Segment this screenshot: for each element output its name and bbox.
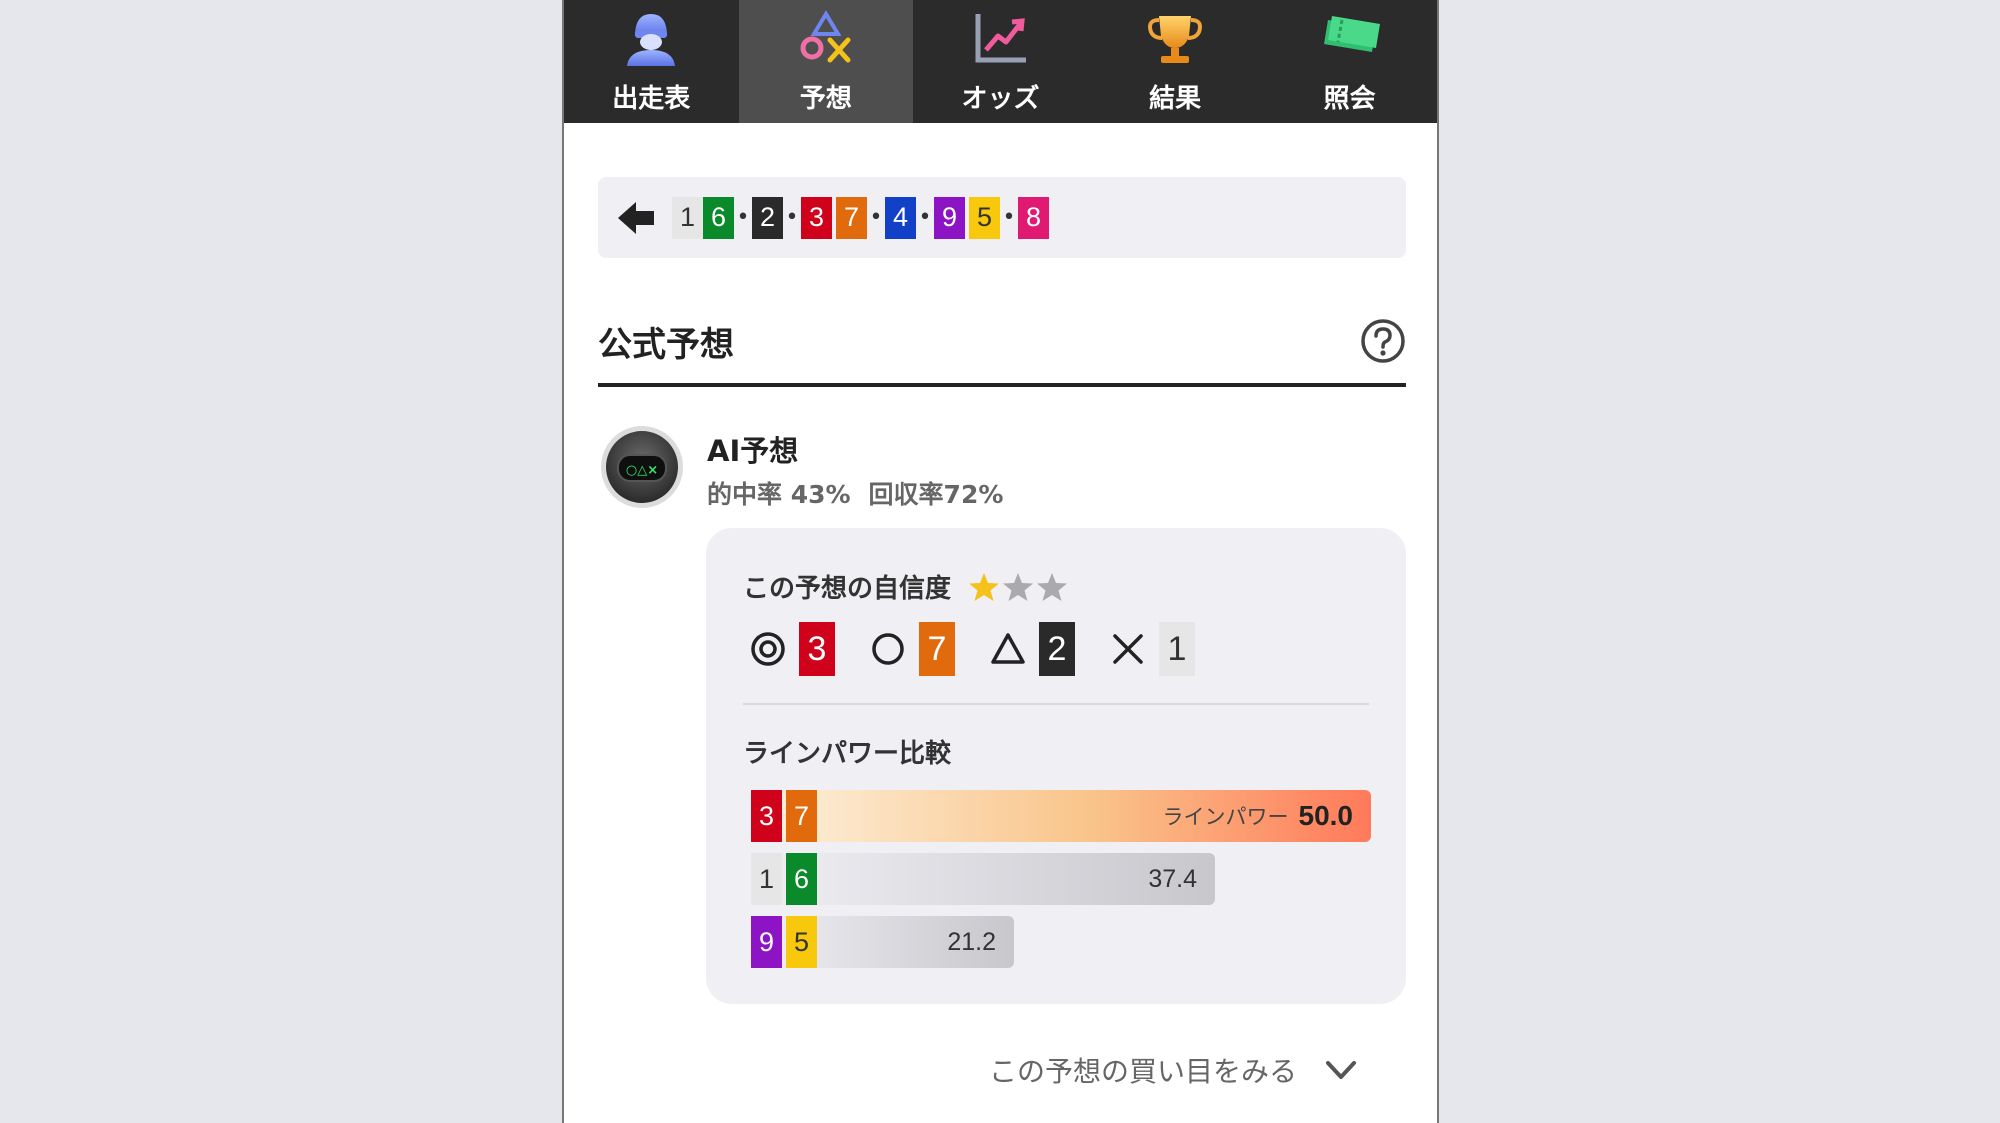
separator-dot: • bbox=[918, 205, 932, 230]
tab-entries[interactable]: 出走表 bbox=[564, 0, 739, 123]
separator-dot: • bbox=[785, 205, 799, 230]
star-empty-icon bbox=[1003, 572, 1034, 601]
tab-label: 結果 bbox=[1149, 84, 1202, 114]
line-power-number: 50.0 bbox=[1298, 800, 1354, 831]
frame-number: 9 bbox=[751, 916, 782, 968]
frame-number: 5 bbox=[969, 196, 1000, 239]
confidence-label: この予想の自信度 bbox=[743, 574, 952, 604]
tab-inquiry[interactable]: 照会 bbox=[1262, 0, 1437, 123]
line-power-value: 21.2 bbox=[947, 916, 996, 968]
line-power-value: ラインパワー 50.0 bbox=[1163, 790, 1354, 842]
frame-number: 7 bbox=[836, 196, 867, 239]
chart-up-icon bbox=[968, 10, 1032, 66]
line-power-row: 9 5 21.2 bbox=[751, 916, 1014, 968]
frame-number: 7 bbox=[786, 790, 817, 842]
line-power-row: 3 7 ラインパワー 50.0 bbox=[751, 790, 1371, 842]
star-empty-icon bbox=[1037, 572, 1068, 601]
chevron-down-icon bbox=[1326, 1061, 1357, 1079]
frame-number: 6 bbox=[786, 853, 817, 905]
mark-frame-number: 1 bbox=[1159, 622, 1195, 676]
divider bbox=[743, 703, 1369, 705]
star-filled-icon bbox=[969, 572, 1000, 601]
line-power-bar bbox=[751, 853, 1215, 905]
line-power-number: 21.2 bbox=[947, 927, 996, 956]
prediction-marks: 3 7 2 1 bbox=[749, 622, 1229, 676]
separator-dot: • bbox=[869, 205, 883, 230]
circle-mark-icon bbox=[872, 633, 904, 665]
show-picks-label: この予想の買い目をみる bbox=[989, 1055, 1298, 1088]
tab-label: 照会 bbox=[1323, 84, 1376, 114]
section-title: 公式予想 bbox=[598, 324, 734, 365]
racer-icon bbox=[619, 10, 683, 66]
mark-frame-number: 2 bbox=[1039, 622, 1075, 676]
line-power-value: 37.4 bbox=[1148, 853, 1197, 905]
tab-label: オッズ bbox=[961, 84, 1040, 114]
app-screen: 出走表 予想 オッズ 結果 照会 1 6 • 2 • 3 7 • 4 • 9 5… bbox=[562, 0, 1439, 1123]
double-circle-mark-icon bbox=[751, 632, 785, 666]
prediction-card: この予想の自信度 3 7 2 1 ラインパワー比較 3 7 ラインパワー 50.… bbox=[706, 528, 1406, 1004]
ticket-icon bbox=[1318, 10, 1382, 66]
tab-label: 予想 bbox=[799, 84, 852, 114]
tab-results[interactable]: 結果 bbox=[1088, 0, 1263, 123]
line-frames: 1 6 bbox=[751, 853, 817, 905]
line-power-row: 1 6 37.4 bbox=[751, 853, 1215, 905]
section-header: 公式予想 bbox=[598, 305, 1406, 387]
line-frames: 3 7 bbox=[751, 790, 817, 842]
separator-dot: • bbox=[1002, 205, 1016, 230]
separator-dot: • bbox=[736, 205, 750, 230]
frame-number: 5 bbox=[786, 916, 817, 968]
tab-odds[interactable]: オッズ bbox=[913, 0, 1088, 123]
frame-number: 1 bbox=[751, 853, 782, 905]
tab-label: 出走表 bbox=[612, 84, 691, 114]
frame-number: 2 bbox=[752, 196, 783, 239]
confidence-stars bbox=[967, 570, 1069, 604]
confidence-row: この予想の自信度 bbox=[743, 568, 1069, 605]
triangle-mark-icon bbox=[991, 633, 1025, 664]
line-power-title: ラインパワー比較 bbox=[743, 739, 952, 769]
predictor-stats: 的中率 43% 回収率72% bbox=[707, 475, 1003, 511]
line-power-number: 37.4 bbox=[1148, 864, 1197, 893]
frame-number: 6 bbox=[703, 196, 734, 239]
cross-mark-icon bbox=[1113, 634, 1143, 664]
hit-rate: 的中率 43% bbox=[707, 480, 851, 509]
frame-number: 3 bbox=[751, 790, 782, 842]
predictor-name: AI予想 bbox=[707, 434, 799, 468]
line-formation-bar: 1 6 • 2 • 3 7 • 4 • 9 5 • 8 bbox=[598, 177, 1406, 258]
frame-number: 8 bbox=[1018, 196, 1049, 239]
mark-frame-number: 7 bbox=[919, 622, 955, 676]
return-rate: 回収率72% bbox=[868, 480, 1004, 509]
show-picks-link[interactable]: この予想の買い目をみる bbox=[989, 1050, 1359, 1090]
tab-prediction[interactable]: 予想 bbox=[738, 0, 914, 123]
frame-number: 9 bbox=[934, 196, 965, 239]
line-power-label: ラインパワー bbox=[1162, 805, 1289, 829]
line-frames: 9 5 bbox=[751, 916, 817, 968]
avatar-text: ○△× bbox=[626, 463, 658, 478]
frame-number: 4 bbox=[885, 196, 916, 239]
back-arrow-icon[interactable] bbox=[616, 198, 656, 238]
top-nav: 出走表 予想 オッズ 結果 照会 bbox=[564, 0, 1437, 123]
prediction-marks-icon bbox=[794, 10, 858, 66]
help-icon[interactable] bbox=[1360, 318, 1406, 364]
frame-number: 1 bbox=[672, 196, 703, 239]
ai-robot-icon: ○△× bbox=[600, 425, 684, 509]
mark-frame-number: 3 bbox=[799, 622, 835, 676]
trophy-icon bbox=[1143, 10, 1207, 66]
line-sequence: 1 6 • 2 • 3 7 • 4 • 9 5 • 8 bbox=[672, 196, 1049, 239]
frame-number: 3 bbox=[801, 196, 832, 239]
